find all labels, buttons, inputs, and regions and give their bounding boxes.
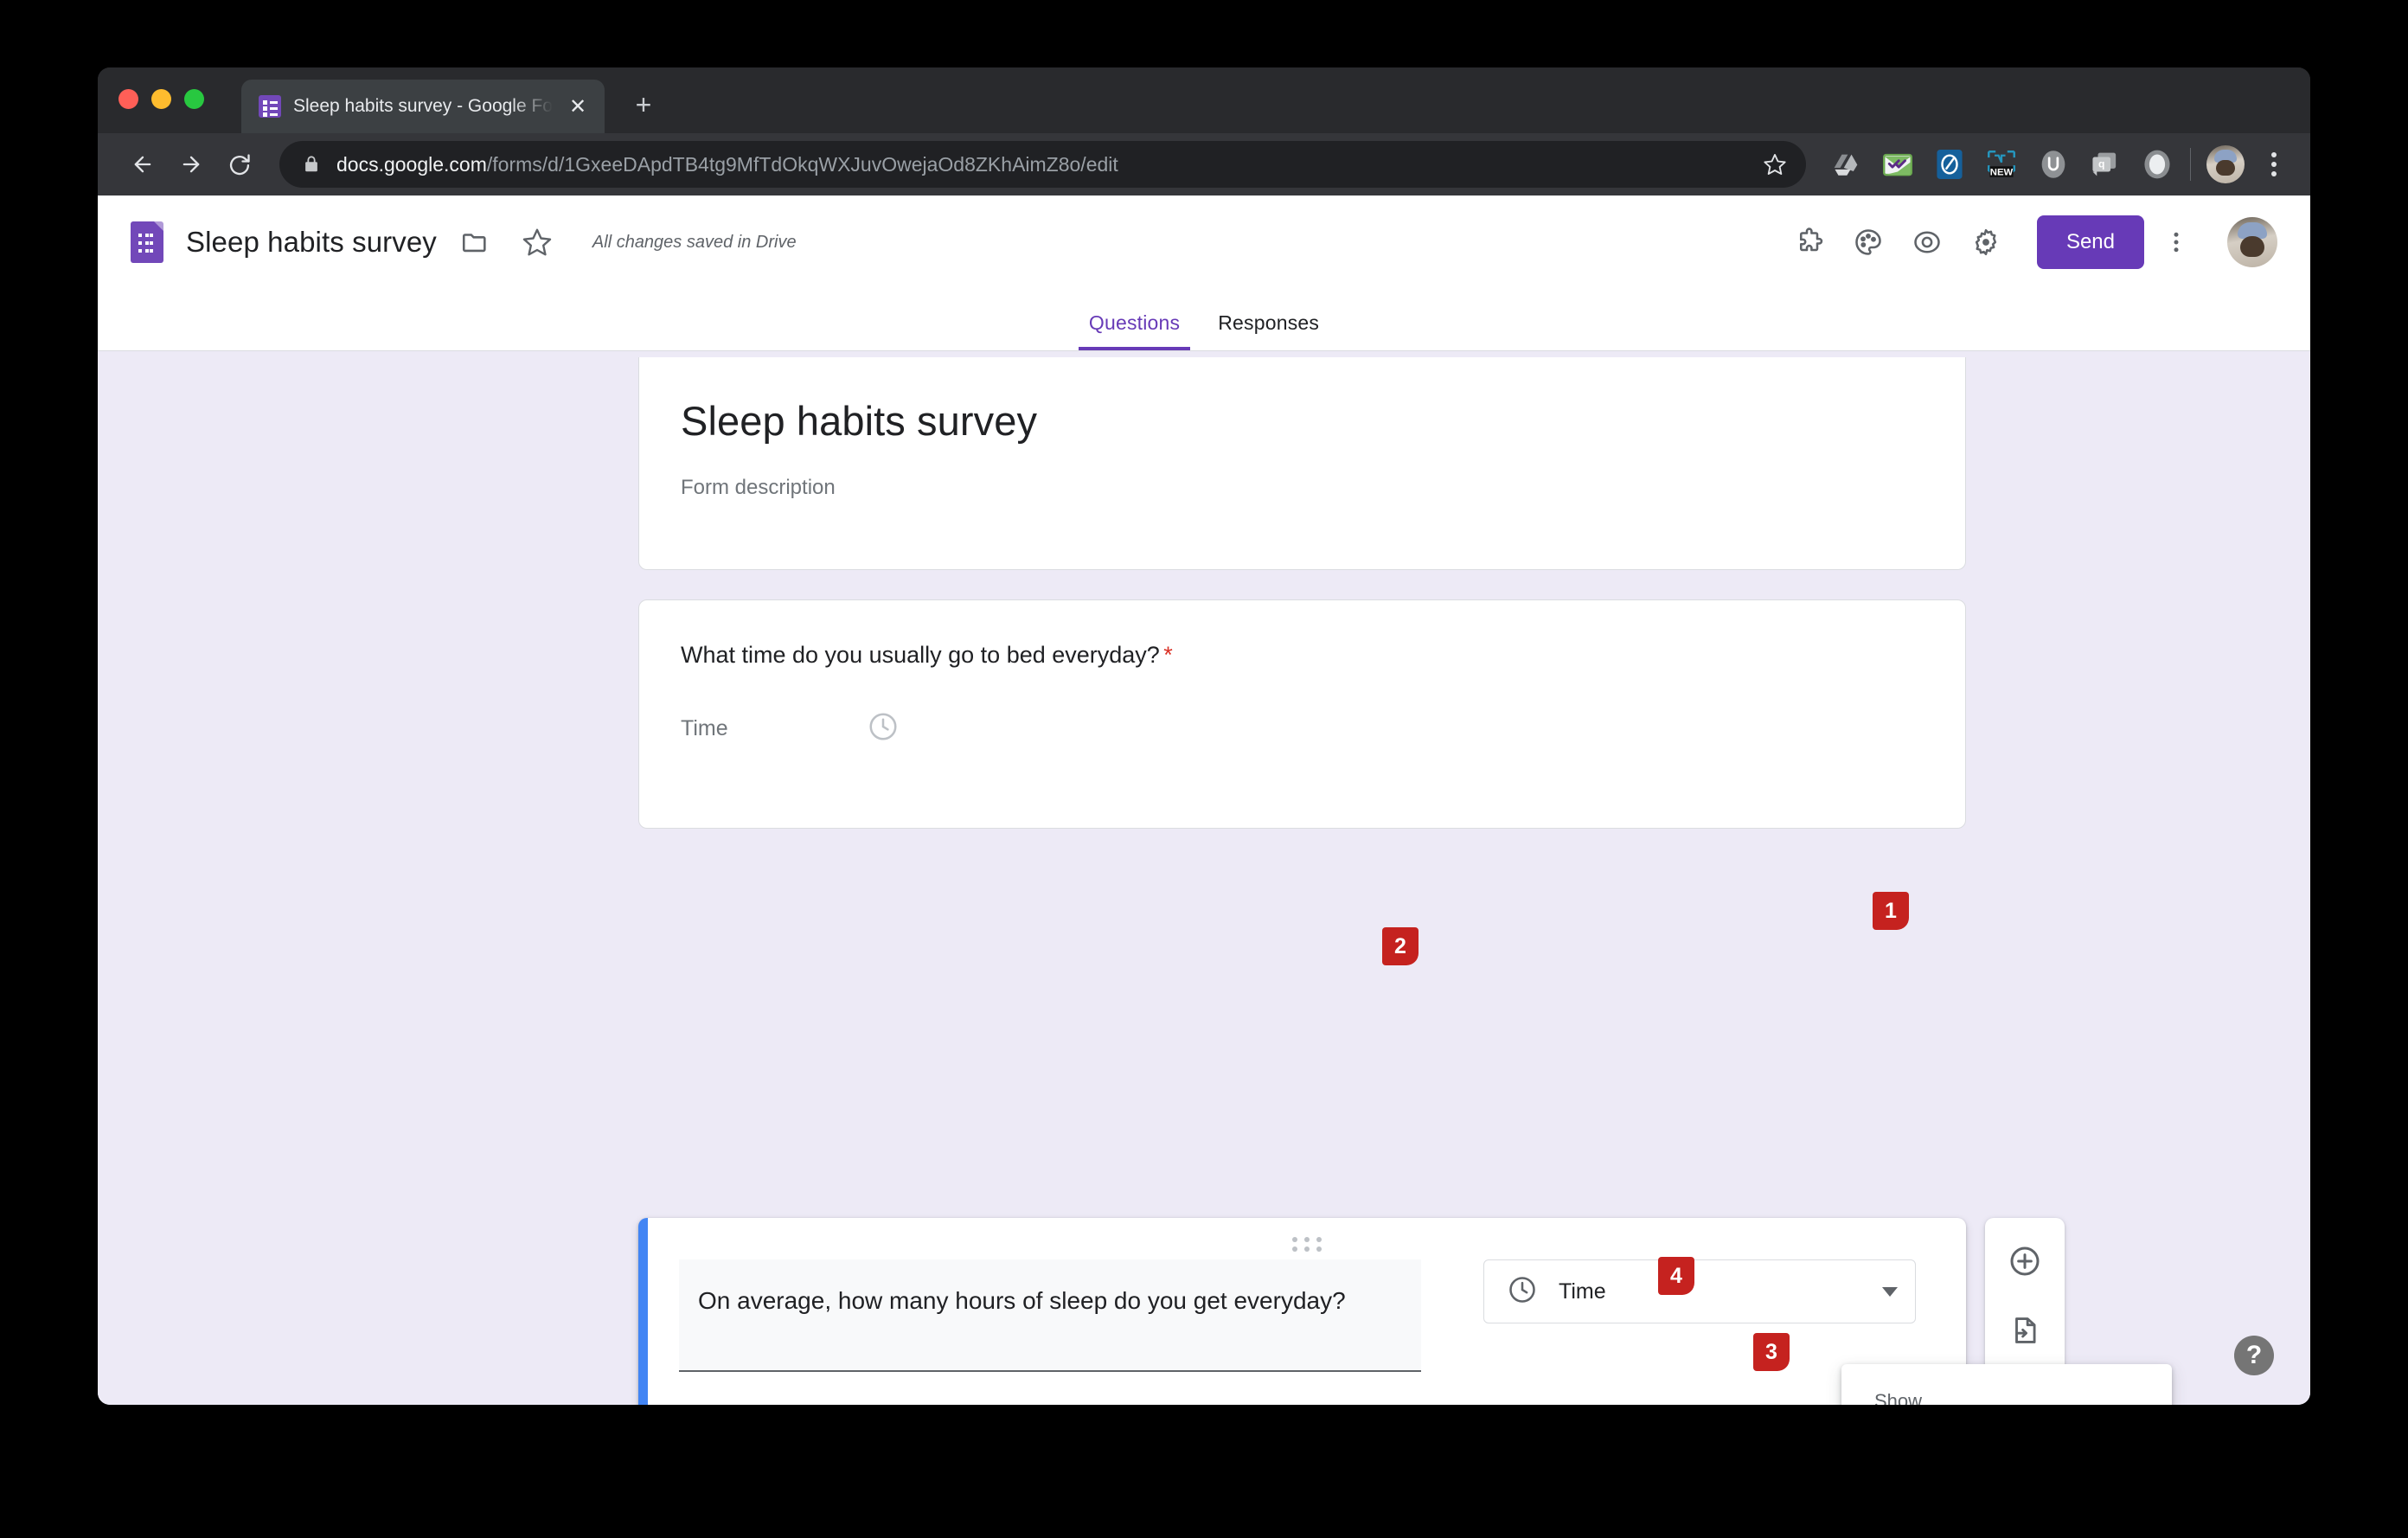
question-text: On average, how many hours of sleep do y… bbox=[698, 1284, 1402, 1319]
browser-toolbar: docs.google.com/forms/d/1GxeeDApdTB4tg9M… bbox=[98, 133, 2310, 195]
svg-text:NEW: NEW bbox=[1990, 167, 2014, 177]
add-ons-icon[interactable] bbox=[1783, 215, 1836, 269]
toolbar-divider bbox=[2190, 148, 2191, 181]
page-content: Sleep habits survey All changes saved in… bbox=[98, 195, 2310, 1405]
annotation-badge-1: 1 bbox=[1873, 892, 1909, 930]
drag-handle-icon[interactable] bbox=[1292, 1237, 1322, 1252]
form-title-input[interactable]: Sleep habits survey bbox=[681, 397, 1924, 445]
clock-icon bbox=[867, 710, 900, 747]
answer-preview: Time bbox=[681, 710, 1924, 747]
annotation-badge-2: 2 bbox=[1382, 927, 1419, 965]
settings-gear-icon[interactable] bbox=[1959, 215, 2013, 269]
extensions-area: NEW q bbox=[1806, 147, 2174, 182]
mail-checker-icon[interactable] bbox=[1880, 147, 1915, 182]
save-status: All changes saved in Drive bbox=[592, 233, 797, 253]
tab-strip: Sleep habits survey - Google For ✕ + bbox=[98, 67, 2310, 133]
tab-title: Sleep habits survey - Google For bbox=[293, 96, 553, 117]
google-forms-icon bbox=[131, 221, 163, 263]
google-forms-icon bbox=[259, 95, 281, 118]
browser-window: Sleep habits survey - Google For ✕ + doc… bbox=[98, 67, 2310, 1405]
clock-icon bbox=[1507, 1274, 1538, 1310]
circle-extension-icon[interactable] bbox=[2140, 147, 2174, 182]
more-vert-icon[interactable] bbox=[2149, 215, 2203, 269]
new-tab-button[interactable]: + bbox=[627, 88, 660, 121]
back-arrow-icon[interactable] bbox=[118, 140, 167, 189]
avatar[interactable] bbox=[2227, 217, 2277, 267]
forward-arrow-icon[interactable] bbox=[167, 140, 215, 189]
preview-eye-icon[interactable] bbox=[1900, 215, 1954, 269]
form-title-card: Sleep habits survey Form description bbox=[638, 357, 1966, 570]
send-button[interactable]: Send bbox=[2037, 215, 2144, 269]
lock-icon bbox=[302, 153, 321, 176]
chevron-down-icon bbox=[1882, 1287, 1898, 1297]
grammarly-icon[interactable] bbox=[1932, 147, 1967, 182]
form-canvas: Sleep habits survey Form description Wha… bbox=[98, 351, 2310, 1405]
maximize-window-button[interactable] bbox=[184, 89, 204, 109]
annotation-badge-3: 3 bbox=[1753, 1333, 1790, 1371]
u-extension-icon[interactable] bbox=[2036, 147, 2071, 182]
svg-text:q: q bbox=[2098, 158, 2104, 170]
url-text: docs.google.com/forms/d/1GxeeDApdTB4tg9M… bbox=[336, 153, 1118, 176]
browser-tab[interactable]: Sleep habits survey - Google For ✕ bbox=[241, 80, 605, 133]
help-button[interactable]: ? bbox=[2234, 1336, 2274, 1375]
question-text: What time do you usually go to bed every… bbox=[681, 642, 1160, 668]
url-path: /forms/d/1GxeeDApdTB4tg9MfTdOkqWXJuvOwej… bbox=[487, 153, 1118, 176]
question-title: What time do you usually go to bed every… bbox=[681, 642, 1924, 669]
star-icon[interactable] bbox=[1756, 145, 1794, 183]
close-icon[interactable]: ✕ bbox=[565, 93, 591, 119]
forms-header-actions: Send bbox=[1783, 215, 2277, 269]
required-asterisk: * bbox=[1163, 642, 1173, 668]
add-question-icon[interactable] bbox=[2001, 1237, 2049, 1285]
import-questions-icon[interactable] bbox=[2001, 1306, 2049, 1355]
forms-tabs: Questions Responses bbox=[98, 289, 2310, 351]
address-bar[interactable]: docs.google.com/forms/d/1GxeeDApdTB4tg9M… bbox=[279, 141, 1806, 188]
tab-responses[interactable]: Responses bbox=[1199, 311, 1338, 350]
answer-type-select[interactable]: Time bbox=[1483, 1259, 1916, 1323]
chrome-menu-icon[interactable] bbox=[2257, 147, 2291, 182]
reload-icon[interactable] bbox=[215, 140, 264, 189]
close-window-button[interactable] bbox=[118, 89, 138, 109]
folder-icon[interactable] bbox=[451, 218, 499, 266]
forms-header: Sleep habits survey All changes saved in… bbox=[98, 195, 2310, 289]
page-title[interactable]: Sleep habits survey bbox=[186, 226, 437, 259]
url-domain: docs.google.com bbox=[336, 153, 487, 176]
answer-placeholder: Time bbox=[681, 716, 728, 741]
star-icon[interactable] bbox=[513, 218, 561, 266]
minimize-window-button[interactable] bbox=[151, 89, 171, 109]
tab-questions[interactable]: Questions bbox=[1070, 311, 1199, 350]
answer-type-label: Time bbox=[1559, 1279, 1861, 1304]
dropdown-section-show-label: Show bbox=[1841, 1378, 2172, 1405]
form-description-input[interactable]: Form description bbox=[681, 476, 1924, 500]
window-traffic-lights bbox=[118, 67, 204, 133]
question-side-toolbar bbox=[1985, 1218, 2065, 1379]
question-card[interactable]: What time do you usually go to bed every… bbox=[638, 599, 1966, 829]
customize-theme-icon[interactable] bbox=[1841, 215, 1895, 269]
annotation-badge-4: 4 bbox=[1658, 1257, 1694, 1295]
quillbot-icon[interactable]: q bbox=[2088, 147, 2123, 182]
question-title-input[interactable]: On average, how many hours of sleep do y… bbox=[679, 1259, 1421, 1372]
avatar[interactable] bbox=[2206, 145, 2245, 183]
google-drive-icon[interactable] bbox=[1828, 147, 1863, 182]
answer-type-dropdown[interactable]: Show Description Answer type Time Durati… bbox=[1841, 1364, 2172, 1405]
active-question-card[interactable]: On average, how many hours of sleep do y… bbox=[638, 1218, 1966, 1405]
new-badge-icon[interactable]: NEW bbox=[1984, 147, 2019, 182]
